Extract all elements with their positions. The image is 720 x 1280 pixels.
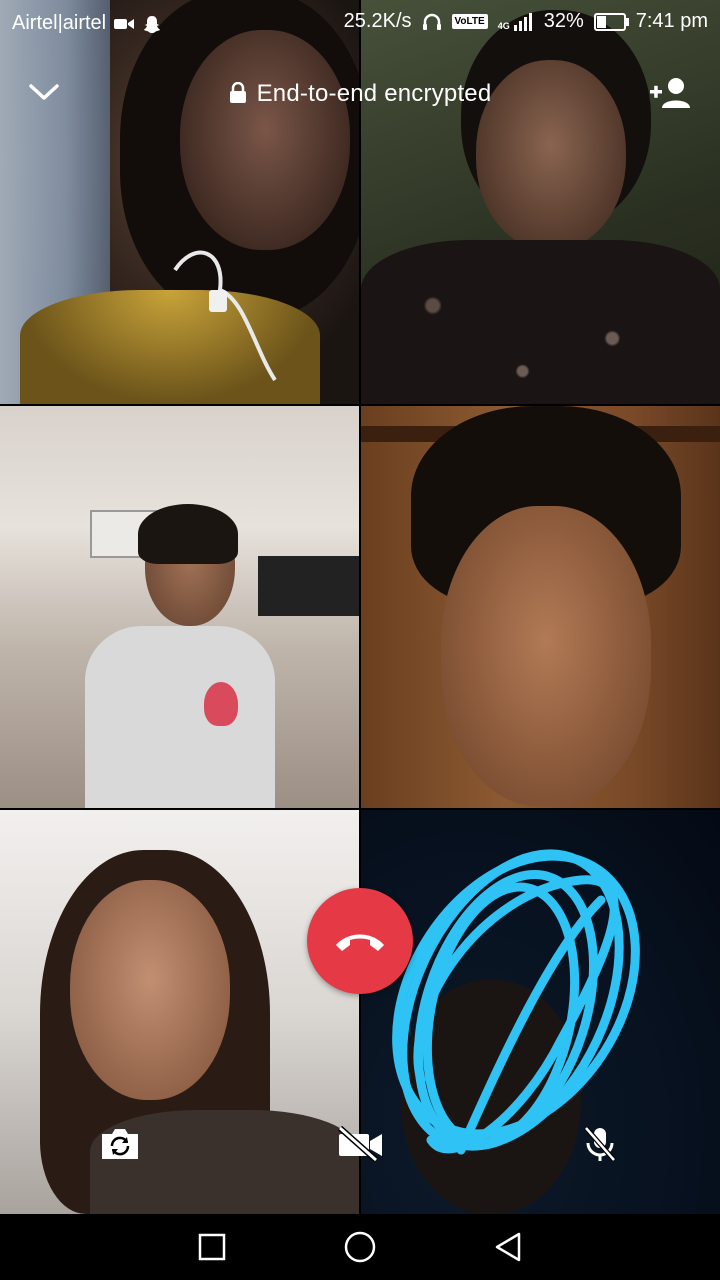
carrier-label: Airtel|airtel xyxy=(12,12,107,34)
self-video[interactable] xyxy=(361,810,720,1214)
mic-off-icon xyxy=(584,1126,616,1162)
recents-button[interactable] xyxy=(192,1227,232,1267)
participant-face xyxy=(70,880,230,1100)
kitchen-hood xyxy=(258,556,359,616)
circle-icon xyxy=(344,1231,376,1263)
participant-face xyxy=(441,506,651,806)
toggle-video-button[interactable] xyxy=(336,1120,384,1168)
participant-video-4[interactable] xyxy=(361,406,720,808)
video-off-icon xyxy=(338,1126,382,1162)
video-grid xyxy=(0,0,720,1214)
shirt-heart-print xyxy=(204,682,238,726)
switch-camera-button[interactable] xyxy=(96,1120,144,1168)
battery-fill xyxy=(596,15,606,28)
network-speed: 25.2K/s xyxy=(343,10,412,32)
square-icon xyxy=(198,1233,226,1261)
headphones-icon xyxy=(422,13,441,30)
lock-icon xyxy=(229,82,246,103)
participant-dress xyxy=(361,240,720,404)
network-type: 4G xyxy=(497,20,510,31)
system-navigation-bar xyxy=(0,1214,720,1280)
participant-shirt xyxy=(85,626,275,808)
encryption-text: End-to-end encrypted xyxy=(256,80,492,107)
add-participant-button[interactable] xyxy=(648,74,696,114)
snapchat-icon xyxy=(144,15,161,33)
participant-video-3[interactable] xyxy=(0,406,359,808)
participant-hair xyxy=(138,504,238,564)
encryption-notice: End-to-end encrypted xyxy=(0,80,720,108)
participant-video-5[interactable] xyxy=(0,810,359,1214)
signal-indicator: 4G xyxy=(497,12,534,31)
camera-switch-icon xyxy=(102,1129,138,1159)
back-button[interactable] xyxy=(488,1227,528,1267)
end-call-button[interactable] xyxy=(307,888,413,994)
battery-percent: 32% xyxy=(543,10,584,32)
volte-badge: VoLTE xyxy=(451,14,488,29)
back-triangle-icon xyxy=(495,1232,521,1262)
toggle-mic-button[interactable] xyxy=(576,1120,624,1168)
add-user-icon xyxy=(650,78,690,108)
signal-strength-icon xyxy=(513,12,532,31)
home-button[interactable] xyxy=(340,1227,380,1267)
video-call-status-icon xyxy=(114,18,135,29)
phone-hangup-icon xyxy=(336,934,384,951)
earphone-cable xyxy=(173,250,277,382)
scribble-overlay xyxy=(392,849,640,1155)
clock: 7:41 pm xyxy=(635,10,708,32)
call-header: End-to-end encrypted xyxy=(0,60,720,130)
status-bar: Airtel|airtel 25.2K/s VoLTE 4G 32% 7:41 … xyxy=(0,0,720,46)
battery-icon xyxy=(593,12,629,31)
